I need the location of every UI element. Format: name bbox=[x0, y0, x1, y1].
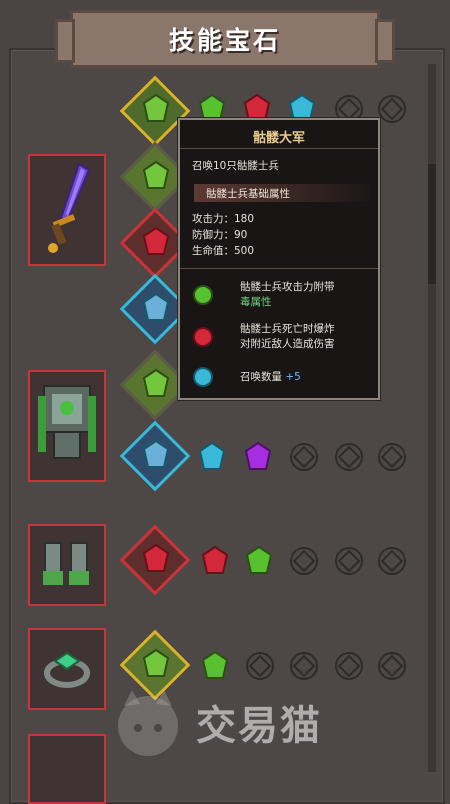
page-title-text: 技能宝石 bbox=[168, 26, 281, 55]
green-gem-icon bbox=[201, 650, 229, 679]
green-gem-icon bbox=[142, 648, 170, 677]
ring-icon bbox=[44, 651, 90, 688]
ring-item[interactable] bbox=[28, 628, 106, 710]
empty-socket[interactable] bbox=[290, 443, 318, 471]
sword-item[interactable] bbox=[28, 154, 106, 266]
green-gem-icon bbox=[193, 285, 213, 305]
cat-logo-icon bbox=[118, 690, 178, 756]
tooltip-title: 骷髅大军 bbox=[252, 131, 305, 146]
empty-socket[interactable] bbox=[378, 652, 406, 680]
empty-socket[interactable] bbox=[378, 95, 406, 123]
effect-red-line2: 对附近敌人造成伤害 bbox=[240, 338, 335, 350]
empty-socket[interactable] bbox=[290, 652, 318, 680]
empty-socket[interactable] bbox=[290, 547, 318, 575]
base-stats-header: 骷髅士兵基础属性 bbox=[194, 184, 370, 202]
scroll-thumb[interactable] bbox=[428, 164, 436, 284]
tooltip-summary: 召唤10只骷髅士兵 bbox=[192, 160, 279, 172]
sword-icon bbox=[48, 162, 91, 253]
empty-socket[interactable] bbox=[335, 443, 363, 471]
effect-blue: 召唤数量 +5 bbox=[240, 370, 301, 385]
empty-socket[interactable] bbox=[335, 547, 363, 575]
empty-socket[interactable] bbox=[335, 652, 363, 680]
effect-red: 骷髅士兵死亡时爆炸 对附近敌人造成伤害 bbox=[240, 322, 335, 352]
effect-blue-suffix: +5 bbox=[285, 371, 301, 383]
armor-icon bbox=[38, 385, 96, 459]
green-gem-icon bbox=[245, 545, 273, 574]
effect-blue-line1: 召唤数量 bbox=[240, 371, 282, 383]
red-gem-icon bbox=[201, 545, 229, 574]
watermark: 交易猫 bbox=[108, 682, 423, 762]
effect-red-line1: 骷髅士兵死亡时爆炸 bbox=[240, 323, 335, 335]
watermark-text: 交易猫 bbox=[196, 703, 322, 749]
blue-gem-icon bbox=[193, 367, 213, 387]
empty-socket[interactable] bbox=[378, 547, 406, 575]
stat-defense: 防御力：90 bbox=[192, 229, 248, 241]
green-gem-icon bbox=[142, 160, 170, 189]
blue-gem-icon bbox=[142, 439, 170, 468]
stat-health: 生命值：500 bbox=[192, 245, 255, 257]
skill-tooltip: 骷髅大军 召唤10只骷髅士兵 骷髅士兵基础属性 攻击力：180 防御力：90 生… bbox=[178, 118, 380, 400]
blue-gem-icon bbox=[198, 441, 226, 470]
empty-socket[interactable] bbox=[378, 443, 406, 471]
purple-gem-icon bbox=[244, 441, 272, 470]
red-gem-icon bbox=[193, 327, 213, 347]
effect-green: 骷髅士兵攻击力附带 毒属性 bbox=[240, 280, 335, 310]
effect-green-line1: 骷髅士兵攻击力附带 bbox=[240, 281, 335, 293]
scrollbar[interactable] bbox=[428, 64, 436, 772]
gloves-icon bbox=[43, 542, 89, 585]
blue-gem-icon bbox=[142, 292, 170, 321]
green-gem-icon bbox=[142, 93, 170, 122]
armor-item[interactable] bbox=[28, 370, 106, 482]
base-stats-header-text: 骷髅士兵基础属性 bbox=[206, 188, 290, 200]
page-title: 技能宝石 bbox=[55, 10, 395, 68]
divider bbox=[180, 148, 378, 149]
empty-socket[interactable] bbox=[246, 652, 274, 680]
red-gem-icon bbox=[142, 543, 170, 572]
green-gem-icon bbox=[142, 368, 170, 397]
stat-attack: 攻击力：180 bbox=[192, 213, 255, 225]
divider bbox=[180, 268, 378, 269]
red-gem-icon bbox=[142, 226, 170, 255]
effect-green-line2: 毒属性 bbox=[240, 296, 272, 308]
gloves-item[interactable] bbox=[28, 524, 106, 606]
next-item[interactable] bbox=[28, 734, 106, 804]
